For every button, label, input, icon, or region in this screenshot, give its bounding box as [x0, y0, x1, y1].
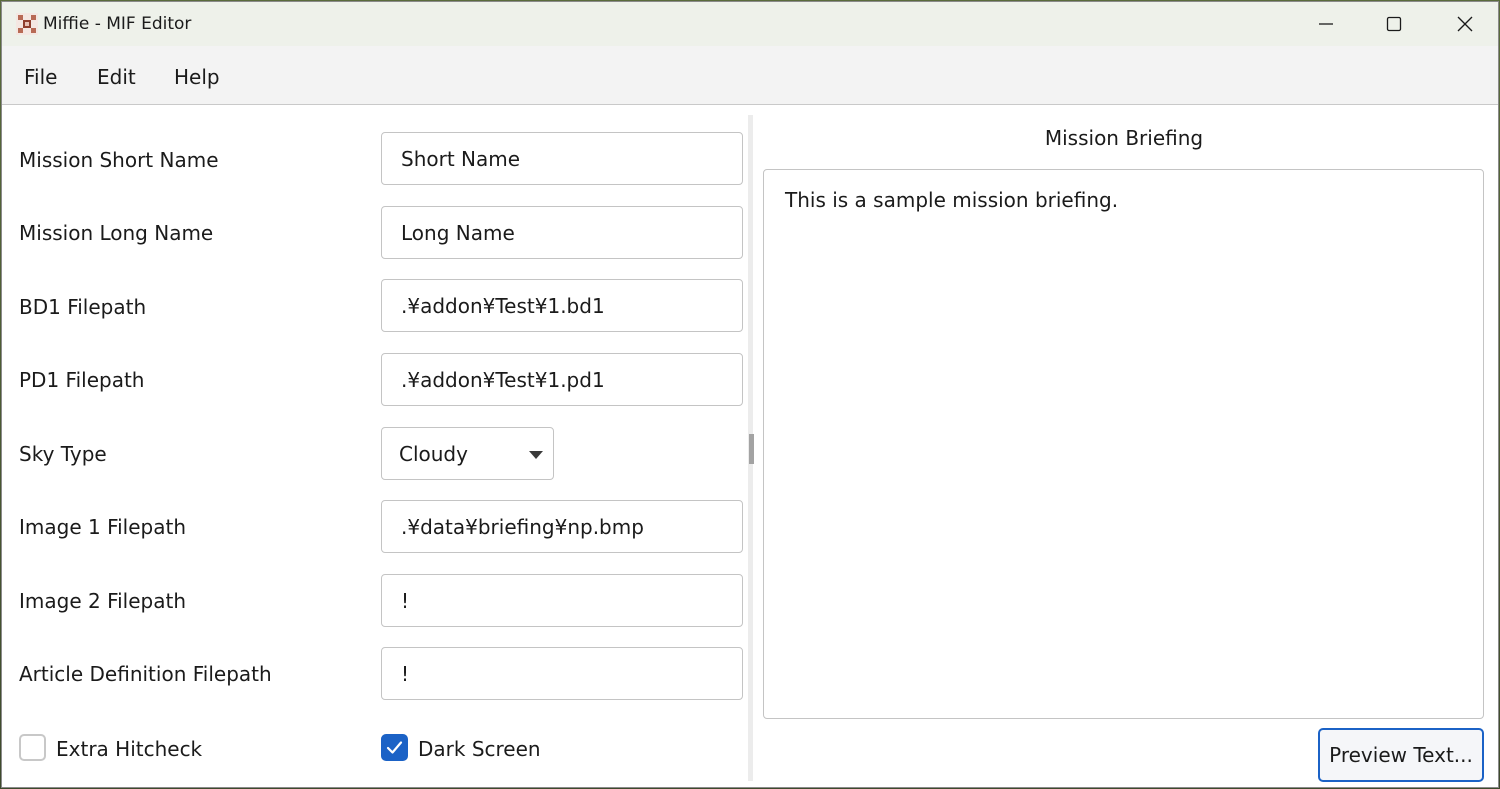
dark-screen-checkbox[interactable]	[381, 734, 408, 761]
checkmark-icon	[386, 741, 403, 754]
article-definition-filepath-value: !	[401, 662, 410, 686]
image2-filepath-input[interactable]: !	[381, 574, 743, 627]
extra-hitcheck-label: Extra Hitcheck	[56, 737, 203, 761]
mission-briefing-text: This is a sample mission briefing.	[785, 188, 1119, 212]
image1-filepath-label: Image 1 Filepath	[19, 515, 187, 539]
sky-type-select[interactable]: Cloudy	[381, 427, 554, 480]
bd1-filepath-input[interactable]: .¥addon¥Test¥1.bd1	[381, 279, 743, 332]
mission-short-name-value: Short Name	[401, 147, 521, 171]
article-definition-filepath-input[interactable]: !	[381, 647, 743, 700]
mission-short-name-input[interactable]: Short Name	[381, 132, 743, 185]
article-definition-filepath-label: Article Definition Filepath	[19, 662, 272, 686]
title-bar[interactable]: Miffie - MIF Editor	[2, 2, 1498, 46]
pd1-filepath-value: .¥addon¥Test¥1.pd1	[401, 368, 605, 392]
menu-file[interactable]: File	[24, 65, 57, 89]
pd1-filepath-label: PD1 Filepath	[19, 368, 145, 392]
chevron-down-icon	[529, 451, 543, 459]
maximize-button[interactable]	[1360, 2, 1428, 46]
bd1-filepath-label: BD1 Filepath	[19, 295, 147, 319]
pd1-filepath-input[interactable]: .¥addon¥Test¥1.pd1	[381, 353, 743, 406]
sky-type-value: Cloudy	[399, 442, 468, 466]
dark-screen-label: Dark Screen	[418, 737, 541, 761]
miffie-app-icon	[16, 13, 38, 35]
mission-short-name-label: Mission Short Name	[19, 148, 219, 172]
mission-long-name-value: Long Name	[401, 221, 515, 245]
maximize-icon	[1386, 16, 1402, 32]
menu-edit[interactable]: Edit	[97, 65, 136, 89]
minimize-icon	[1319, 23, 1333, 25]
close-button[interactable]	[1431, 2, 1498, 46]
scrollbar-thumb[interactable]	[749, 434, 754, 464]
app-window: Miffie - MIF Editor File Edit Help Missi…	[1, 1, 1499, 788]
close-icon	[1457, 16, 1473, 32]
image1-filepath-input[interactable]: .¥data¥briefing¥np.bmp	[381, 500, 743, 553]
menu-help[interactable]: Help	[174, 65, 220, 89]
mission-briefing-textarea[interactable]: This is a sample mission briefing.	[763, 169, 1484, 719]
mission-long-name-label: Mission Long Name	[19, 221, 214, 245]
image2-filepath-label: Image 2 Filepath	[19, 589, 187, 613]
menu-bar: File Edit Help	[2, 46, 1498, 105]
mission-briefing-title: Mission Briefing	[1044, 126, 1204, 150]
extra-hitcheck-checkbox[interactable]	[19, 734, 46, 761]
window-title: Miffie - MIF Editor	[43, 14, 192, 34]
sky-type-label: Sky Type	[19, 442, 107, 466]
image1-filepath-value: .¥data¥briefing¥np.bmp	[401, 515, 644, 539]
image2-filepath-value: !	[401, 589, 410, 613]
minimize-button[interactable]	[1292, 2, 1360, 46]
mission-long-name-input[interactable]: Long Name	[381, 206, 743, 259]
bd1-filepath-value: .¥addon¥Test¥1.bd1	[401, 294, 605, 318]
preview-text-button[interactable]: Preview Text...	[1318, 728, 1484, 782]
